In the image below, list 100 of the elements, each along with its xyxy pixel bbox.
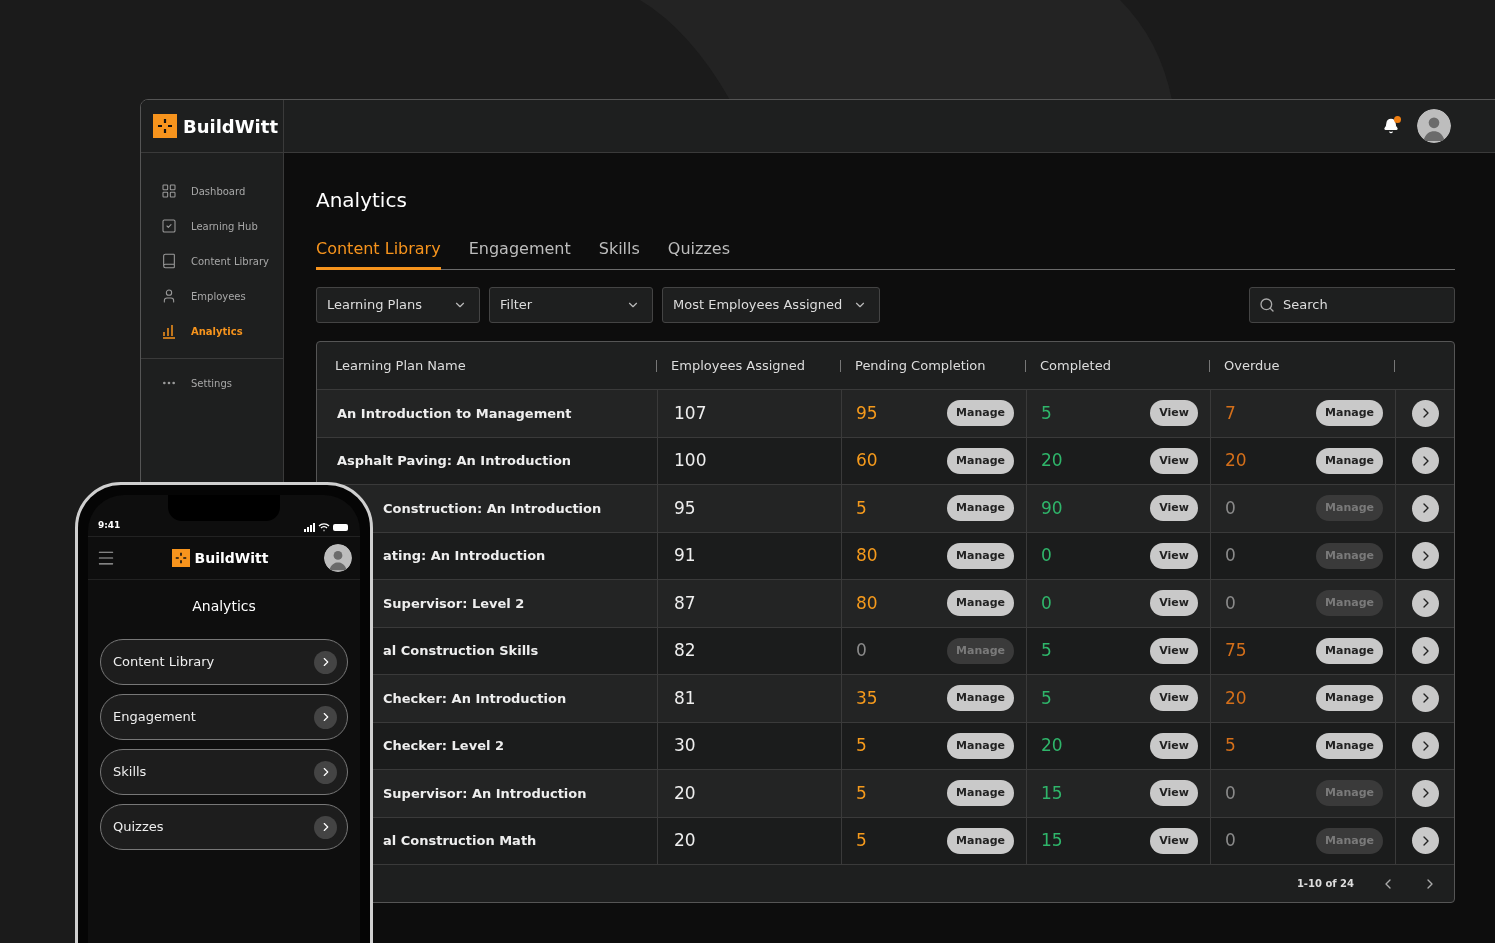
pagination-text: 1-10 of 24 [1296, 877, 1354, 891]
column-header: Overdue [1224, 356, 1280, 375]
action-button[interactable]: Manage [947, 447, 1014, 474]
action-button[interactable]: Manage [1316, 447, 1383, 474]
action-button[interactable]: Manage [947, 827, 1014, 854]
count-text: 82 [674, 639, 696, 662]
count-text: 5 [1041, 686, 1052, 710]
action-button[interactable]: Manage [947, 685, 1014, 712]
plan-name: Supervisor: Level 2 [383, 594, 525, 613]
tab[interactable]: Engagement [468, 237, 571, 270]
dropdown[interactable]: Most Employees Assigned [662, 287, 880, 323]
nav-item[interactable]: Employees [161, 286, 283, 306]
action-button[interactable]: Manage [1316, 732, 1383, 759]
count-text: 95 [674, 496, 696, 520]
search-field[interactable]: Search [1249, 287, 1455, 323]
count-text: 20 [1225, 686, 1247, 710]
count-text: 100 [674, 449, 707, 472]
tab[interactable]: Quizzes [667, 237, 730, 270]
menu-button[interactable]: Content Library [100, 639, 348, 685]
nav-item[interactable]: Content Library [161, 251, 283, 271]
action-button[interactable]: View [1150, 400, 1198, 427]
count-text: 0 [1041, 544, 1052, 567]
action-button[interactable]: View [1150, 542, 1198, 569]
checkbox-icon [161, 218, 177, 234]
column-header: Learning Plan Name [335, 356, 466, 375]
count-text: 5 [1041, 401, 1052, 425]
count-text: 107 [674, 401, 707, 425]
action-button[interactable]: Manage [947, 732, 1014, 759]
count-text: 5 [1225, 734, 1236, 757]
count-text: 5 [856, 781, 867, 805]
action-button[interactable]: View [1150, 495, 1198, 522]
plan-name: Construction: An Introduction [383, 499, 602, 518]
action-button[interactable]: View [1150, 590, 1198, 617]
action-button[interactable]: View [1150, 732, 1198, 759]
count-text: 0 [1225, 781, 1236, 805]
count-text: 0 [1225, 496, 1236, 520]
count-text: 91 [674, 544, 696, 567]
open-row-button[interactable] [1412, 684, 1439, 712]
plan-name: al Construction Skills [383, 642, 539, 660]
action-button[interactable]: Manage [947, 542, 1014, 569]
open-row-button[interactable] [1412, 827, 1439, 855]
count-text: 95 [856, 401, 878, 425]
plan-name: ating: An Introduction [383, 547, 546, 565]
open-row-button[interactable] [1412, 399, 1439, 427]
menu-button[interactable]: Engagement [100, 694, 348, 740]
book-icon [161, 253, 177, 269]
plan-name: Checker: Level 2 [383, 737, 504, 755]
page-title: Analytics [316, 187, 408, 213]
action-button[interactable]: Manage [1316, 637, 1383, 664]
action-button[interactable]: Manage [947, 780, 1014, 807]
open-row-button[interactable] [1412, 494, 1439, 522]
count-text: 5 [856, 496, 867, 520]
action-button[interactable]: Manage [1316, 685, 1383, 712]
brand-name: BuildWitt [194, 548, 269, 568]
dropdown[interactable]: Filter [489, 287, 653, 323]
count-text: 15 [1041, 781, 1063, 805]
count-text: 7 [1225, 401, 1236, 425]
menu-button[interactable]: Quizzes [100, 804, 348, 850]
search-input[interactable]: Search [1283, 295, 1433, 315]
count-text: 20 [674, 829, 696, 852]
action-button[interactable]: View [1150, 827, 1198, 854]
action-button[interactable]: View [1150, 447, 1198, 474]
column-header: Pending Completion [855, 356, 986, 375]
nav-item[interactable]: Settings [141, 359, 283, 391]
tab[interactable]: Skills [598, 237, 640, 270]
column-header: Completed [1040, 356, 1111, 375]
avatar-icon[interactable] [1417, 109, 1451, 143]
count-text: 80 [856, 591, 878, 615]
menu-button[interactable]: Skills [100, 749, 348, 795]
avatar-icon[interactable] [324, 544, 352, 572]
action-button[interactable]: View [1150, 780, 1198, 807]
count-text: 0 [1225, 591, 1236, 615]
dropdown[interactable]: Learning Plans [316, 287, 480, 323]
notification-button[interactable] [1383, 118, 1399, 134]
nav-item[interactable]: Analytics [161, 321, 283, 341]
nav-item[interactable]: Learning Hub [161, 216, 283, 236]
open-row-button[interactable] [1412, 732, 1439, 760]
plan-name: al Construction Math [383, 832, 537, 850]
open-row-button[interactable] [1412, 447, 1439, 475]
plan-name: Asphalt Paving: An Introduction [337, 452, 572, 470]
action-button[interactable]: Manage [947, 495, 1014, 522]
count-text: 60 [856, 449, 878, 472]
plan-name: Checker: An Introduction [383, 689, 567, 708]
tab[interactable]: Content Library [316, 237, 441, 270]
count-text: 0 [1225, 544, 1236, 567]
action-button[interactable]: View [1150, 685, 1198, 712]
open-row-button[interactable] [1412, 779, 1439, 807]
brand-name: BuildWitt [183, 114, 278, 139]
bar-chart-icon [161, 323, 177, 339]
count-text: 35 [856, 686, 878, 710]
count-text: 20 [674, 781, 696, 805]
action-button[interactable]: Manage [947, 400, 1014, 427]
open-row-button[interactable] [1412, 542, 1439, 570]
action-button[interactable]: View [1150, 637, 1198, 664]
action-button[interactable]: Manage [1316, 400, 1383, 427]
count-text: 90 [1041, 496, 1063, 520]
open-row-button[interactable] [1412, 637, 1439, 665]
open-row-button[interactable] [1412, 589, 1439, 617]
nav-item[interactable]: Dashboard [161, 181, 283, 201]
action-button[interactable]: Manage [947, 590, 1014, 617]
